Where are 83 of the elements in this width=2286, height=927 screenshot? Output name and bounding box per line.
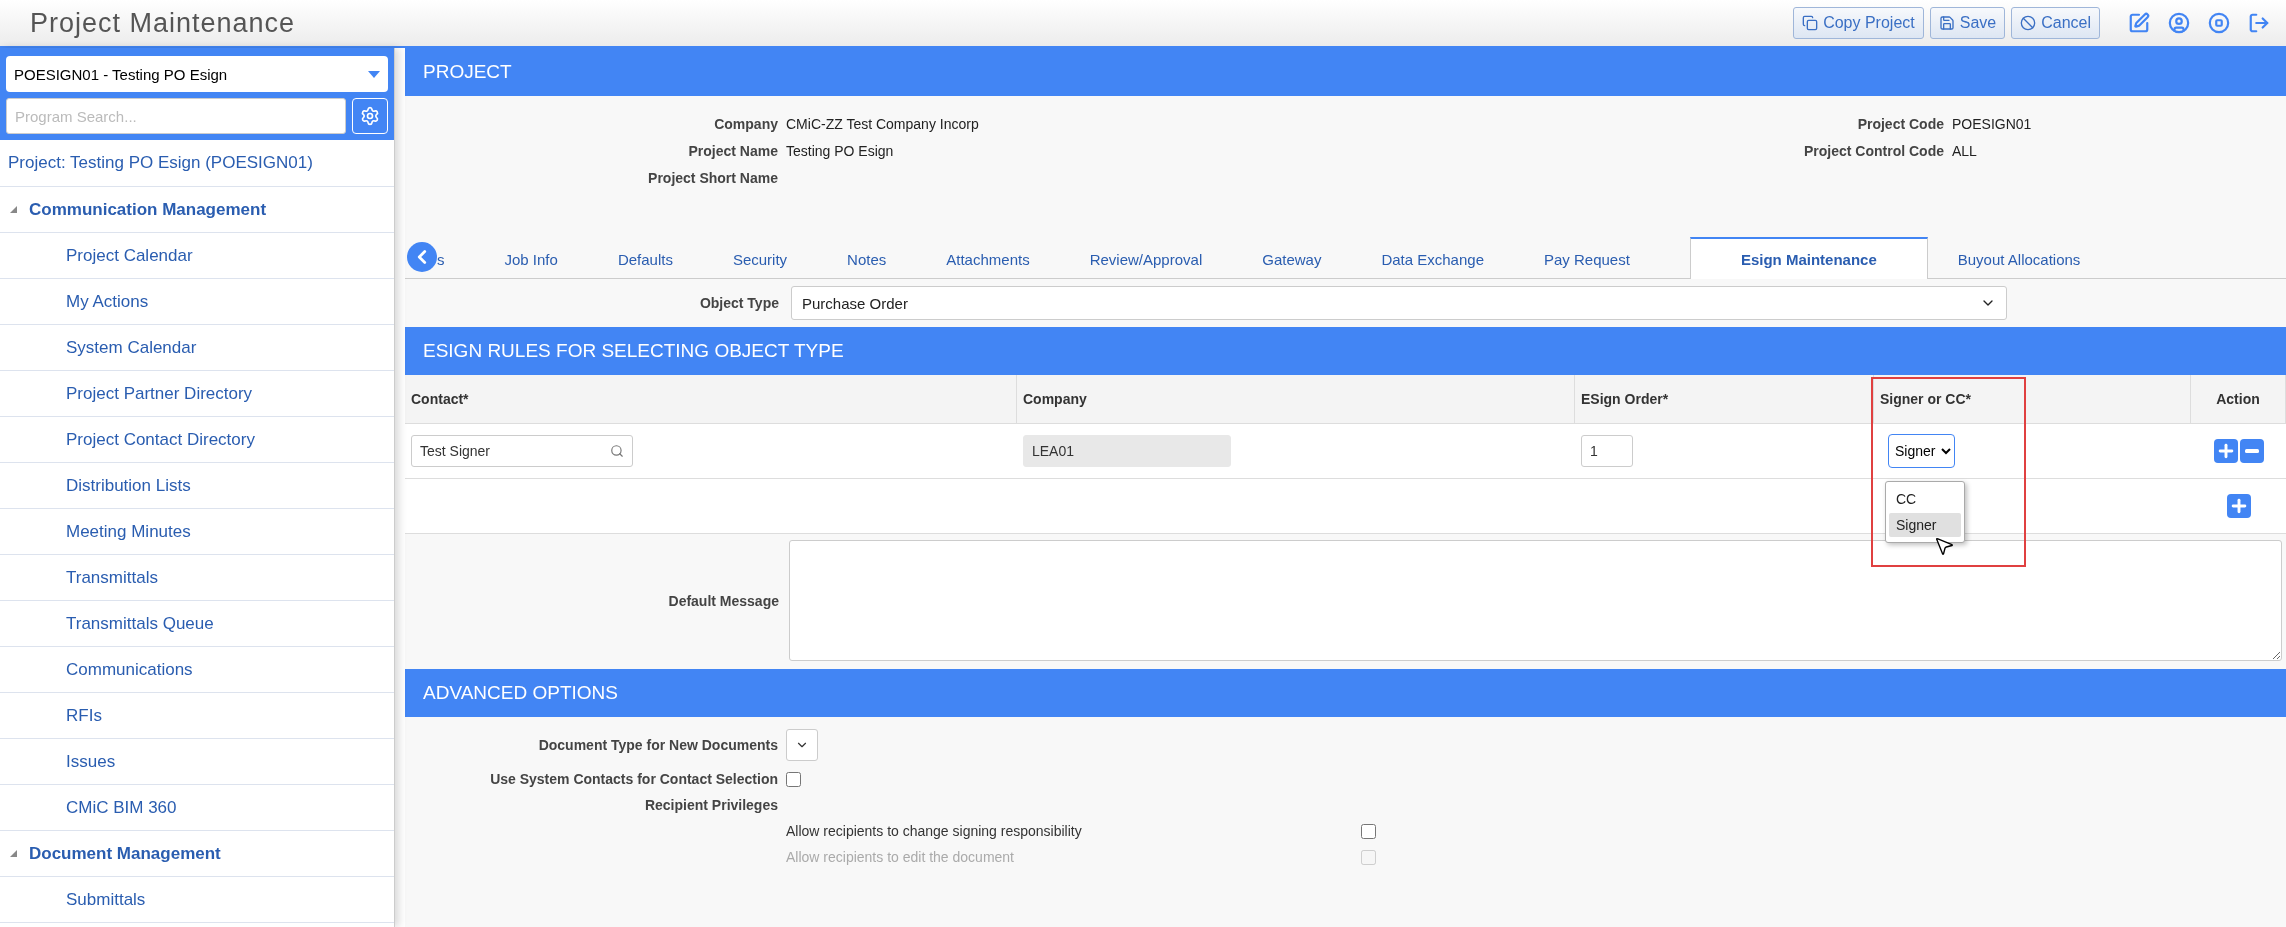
field-label: Project Short Name <box>647 170 778 186</box>
nav-item[interactable]: Distribution Lists <box>0 463 394 509</box>
add-button[interactable] <box>2226 494 2251 518</box>
option-label: Allow recipients to change signing responsibility <box>786 823 1083 839</box>
tab[interactable]: Security <box>732 240 848 278</box>
field-value: POESIGN01 <box>1952 116 2033 132</box>
tab[interactable]: Esign Maintenance <box>1689 237 1928 279</box>
tab[interactable]: Gateway <box>1262 240 1382 278</box>
nav-item[interactable]: Submittals <box>0 877 394 923</box>
dropdown-option[interactable]: Signer <box>1889 513 1961 537</box>
app-title: Project Maintenance <box>30 7 297 39</box>
copy-icon <box>1802 15 1819 31</box>
column-header: ESign Order* <box>1575 375 1874 424</box>
search-icon <box>610 444 624 458</box>
program-search-field[interactable]: Program Search... <box>6 98 346 134</box>
section-header: ADVANCED OPTIONS <box>405 669 2286 717</box>
nav-group-row[interactable]: Document Management <box>0 831 394 877</box>
nav-item[interactable]: Communications <box>0 647 394 693</box>
nav-item[interactable]: CMiC BIM 360 <box>0 785 394 831</box>
nav-group-row[interactable]: Communication Management <box>0 187 394 233</box>
field-label: Project Name <box>687 143 778 159</box>
tab[interactable]: Data Exchange <box>1381 240 1544 278</box>
section-header: ESIGN RULES FOR SELECTING OBJECT TYPE <box>405 327 2286 375</box>
checkbox[interactable] <box>786 771 801 787</box>
scroll-left-button[interactable] <box>407 242 437 272</box>
column-header: Contact* <box>405 375 1017 424</box>
cancel-icon <box>2020 15 2037 31</box>
nav-group-label[interactable]: Communication Management <box>29 199 267 220</box>
message-field[interactable] <box>789 540 2282 661</box>
column-header: Action <box>2191 375 2286 424</box>
contact-field[interactable]: Test Signer <box>411 435 633 467</box>
column-header: Signer or CC* <box>1874 375 2191 424</box>
field-label: Project Code <box>1856 116 1944 132</box>
copy-button[interactable]: Copy Project <box>1793 7 1924 39</box>
tab[interactable]: Defaults <box>617 240 733 278</box>
nav-group-label[interactable]: Document Management <box>29 843 221 864</box>
nav-item[interactable]: Project Partner Directory <box>0 371 394 417</box>
nav-item[interactable]: RFIs <box>0 693 394 739</box>
dropdown-option[interactable]: CC <box>1889 487 1961 511</box>
nav-item[interactable]: My Actions <box>0 279 394 325</box>
minus-icon <box>2244 449 2259 453</box>
project-dropdown[interactable]: POESIGN01 - Testing PO Esign <box>6 56 388 92</box>
settings-button[interactable] <box>352 98 388 134</box>
caret-icon <box>368 70 380 78</box>
field-value: Testing PO Esign <box>786 143 895 159</box>
tab[interactable]: Job Info <box>504 240 618 278</box>
tab[interactable]: s <box>437 240 505 278</box>
cancel-button[interactable]: Cancel <box>2011 7 2100 39</box>
field-label: Default Message <box>667 592 779 609</box>
save-button[interactable]: Save <box>1929 7 2006 39</box>
nav-item[interactable]: Meeting Minutes <box>0 509 394 555</box>
nav-item[interactable]: System Calendar <box>0 325 394 371</box>
tab[interactable]: Review/Approval <box>1089 240 1263 278</box>
field-label: Company <box>713 116 778 132</box>
section-header: PROJECT <box>405 48 2286 96</box>
nav-item[interactable]: Issues <box>0 739 394 785</box>
field-value: CMiC-ZZ Test Company Incorp <box>786 116 980 132</box>
settings-icon <box>360 106 380 126</box>
nav-item[interactable]: Project Contact Directory <box>0 417 394 463</box>
field-label: Recipient Privileges <box>643 797 778 813</box>
field-value: ALL <box>1952 143 1978 159</box>
tab[interactable]: Notes <box>847 240 947 278</box>
project-link[interactable]: Project: Testing PO Esign (POESIGN01) <box>0 140 394 187</box>
order-field[interactable]: 1 <box>1581 435 1633 467</box>
tab[interactable]: Pay Request <box>1544 240 1690 278</box>
field-label: Object Type <box>698 295 779 311</box>
add-button[interactable] <box>2213 439 2238 463</box>
checkbox[interactable] <box>1361 823 1376 839</box>
field-label: Project Control Code <box>1803 143 1944 159</box>
signer-select[interactable]: Signer <box>1888 434 1955 468</box>
tab[interactable]: Buyout Allocations <box>1957 240 2141 278</box>
column-header: Company <box>1017 375 1575 424</box>
nav-item[interactable]: Project Calendar <box>0 233 394 279</box>
nav-item[interactable]: Transmittals Queue <box>0 601 394 647</box>
save-icon <box>1938 15 1955 31</box>
tab[interactable]: Attachments <box>946 240 1090 278</box>
option-label: Allow recipients to edit the document <box>786 849 1015 865</box>
company-field: LEA01 <box>1023 435 1231 467</box>
field-label: Document Type for New Documents <box>537 737 778 753</box>
nav-item[interactable]: Transmittals <box>0 555 394 601</box>
remove-button[interactable] <box>2239 439 2264 463</box>
field-label: Use System Contacts for Contact Selection <box>489 771 778 787</box>
object-type-select[interactable]: Purchase Order <box>791 286 2007 320</box>
